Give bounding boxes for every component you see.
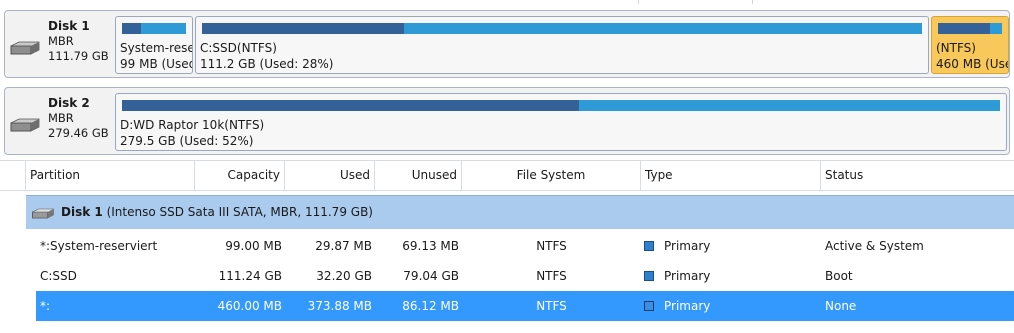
partition-block[interactable]: System-reserviert 99 MB (Used: 30%) bbox=[115, 16, 193, 74]
cell-partition: *:System-reserviert bbox=[40, 239, 158, 253]
usage-bar bbox=[938, 23, 1002, 34]
divider bbox=[638, 0, 639, 4]
usage-fill bbox=[938, 23, 990, 34]
cell-capacity: 99.00 MB bbox=[225, 239, 282, 253]
column-header-capacity[interactable]: Capacity bbox=[195, 161, 285, 190]
cell-used: 32.20 GB bbox=[316, 269, 372, 283]
cell-unused: 86.12 MB bbox=[402, 299, 459, 313]
usage-fill bbox=[122, 23, 142, 34]
table-row[interactable]: *:System-reserviert 99.00 MB 29.87 MB 69… bbox=[36, 231, 1014, 261]
cell-type: Primary bbox=[664, 269, 711, 283]
column-header-used[interactable]: Used bbox=[285, 161, 375, 190]
partition-label: D:WD Raptor 10k(NTFS) bbox=[120, 118, 265, 132]
disk-size: 279.46 GB bbox=[48, 126, 109, 140]
disk-group-name: Disk 1 bbox=[61, 205, 103, 219]
cell-used: 29.87 MB bbox=[315, 239, 372, 253]
partition-type-swatch bbox=[644, 241, 654, 251]
cell-file-system: NTFS bbox=[536, 239, 567, 253]
partition-block[interactable]: D:WD Raptor 10k(NTFS) 279.5 GB (Used: 52… bbox=[115, 93, 1007, 151]
partition-label: (NTFS) bbox=[936, 41, 976, 55]
cell-status: Boot bbox=[825, 269, 853, 283]
cell-capacity: 460.00 MB bbox=[217, 299, 282, 313]
cell-partition: *: bbox=[40, 299, 51, 313]
cell-type: Primary bbox=[664, 239, 711, 253]
partition-usage: 111.2 GB (Used: 28%) bbox=[200, 57, 334, 71]
cell-unused: 69.13 MB bbox=[402, 239, 459, 253]
usage-bar bbox=[202, 23, 922, 34]
disk-size: 111.79 GB bbox=[48, 49, 109, 63]
top-strip bbox=[0, 0, 1014, 5]
disk-name: Disk 1 bbox=[48, 19, 90, 33]
disk-map-disk-1[interactable]: Disk 1 MBR 111.79 GB System-reserviert 9… bbox=[4, 10, 1010, 78]
divider bbox=[752, 0, 753, 4]
disk-info[interactable]: Disk 1 MBR 111.79 GB bbox=[5, 11, 113, 77]
column-header-partition[interactable]: Partition bbox=[26, 161, 195, 190]
usage-bar bbox=[122, 100, 1000, 111]
partition-label: System-reserviert bbox=[120, 41, 192, 55]
hard-drive-icon bbox=[10, 118, 40, 132]
cell-unused: 79.04 GB bbox=[403, 269, 459, 283]
disk-type: MBR bbox=[48, 34, 74, 48]
column-header-file-system[interactable]: File System bbox=[462, 161, 641, 190]
column-header-type[interactable]: Type bbox=[641, 161, 821, 190]
disk-group-label: Disk 1 (Intenso SSD Sata III SATA, MBR, … bbox=[61, 205, 373, 219]
partition-type-swatch bbox=[644, 301, 654, 311]
disk-group-row[interactable]: Disk 1 (Intenso SSD Sata III SATA, MBR, … bbox=[26, 195, 1014, 229]
disk-map-disk-2[interactable]: Disk 2 MBR 279.46 GB D:WD Raptor 10k(NTF… bbox=[4, 87, 1010, 155]
cell-status: Active & System bbox=[825, 239, 924, 253]
partition-usage: 99 MB (Used: 30%) bbox=[120, 57, 192, 71]
disk-name: Disk 2 bbox=[48, 96, 90, 110]
partition-type-swatch bbox=[644, 271, 654, 281]
cell-status: None bbox=[825, 299, 857, 313]
cell-file-system: NTFS bbox=[536, 269, 567, 283]
cell-file-system: NTFS bbox=[536, 299, 567, 313]
column-header-unused[interactable]: Unused bbox=[375, 161, 462, 190]
partition-table: Partition Capacity Used Unused File Syst… bbox=[0, 160, 1014, 333]
partition-label: C:SSD(NTFS) bbox=[200, 41, 277, 55]
hard-drive-icon bbox=[10, 41, 40, 55]
partition-block[interactable]: C:SSD(NTFS) 111.2 GB (Used: 28%) bbox=[195, 16, 929, 74]
cell-type: Primary bbox=[664, 299, 711, 313]
usage-fill bbox=[202, 23, 404, 34]
table-row[interactable]: C:SSD 111.24 GB 32.20 GB 79.04 GB NTFS P… bbox=[36, 261, 1014, 291]
partition-usage: 279.5 GB (Used: 52%) bbox=[120, 134, 254, 148]
disk-info[interactable]: Disk 2 MBR 279.46 GB bbox=[5, 88, 113, 154]
usage-bar bbox=[122, 23, 186, 34]
hard-drive-icon bbox=[32, 208, 54, 219]
header-spacer bbox=[0, 161, 26, 190]
column-header-status[interactable]: Status bbox=[821, 161, 1014, 190]
usage-fill bbox=[122, 100, 579, 111]
cell-capacity: 111.24 GB bbox=[218, 269, 282, 283]
cell-partition: C:SSD bbox=[40, 269, 77, 283]
cell-used: 373.88 MB bbox=[307, 299, 372, 313]
disk-group-detail: (Intenso SSD Sata III SATA, MBR, 111.79 … bbox=[106, 205, 373, 219]
table-row-selected[interactable]: *: 460.00 MB 373.88 MB 86.12 MB NTFS Pri… bbox=[36, 291, 1014, 321]
partition-usage: 460 MB (Used: 81%) bbox=[936, 57, 1008, 71]
partition-block-selected[interactable]: (NTFS) 460 MB (Used: 81%) bbox=[931, 16, 1009, 74]
table-header: Partition Capacity Used Unused File Syst… bbox=[0, 160, 1014, 191]
disk-type: MBR bbox=[48, 111, 74, 125]
